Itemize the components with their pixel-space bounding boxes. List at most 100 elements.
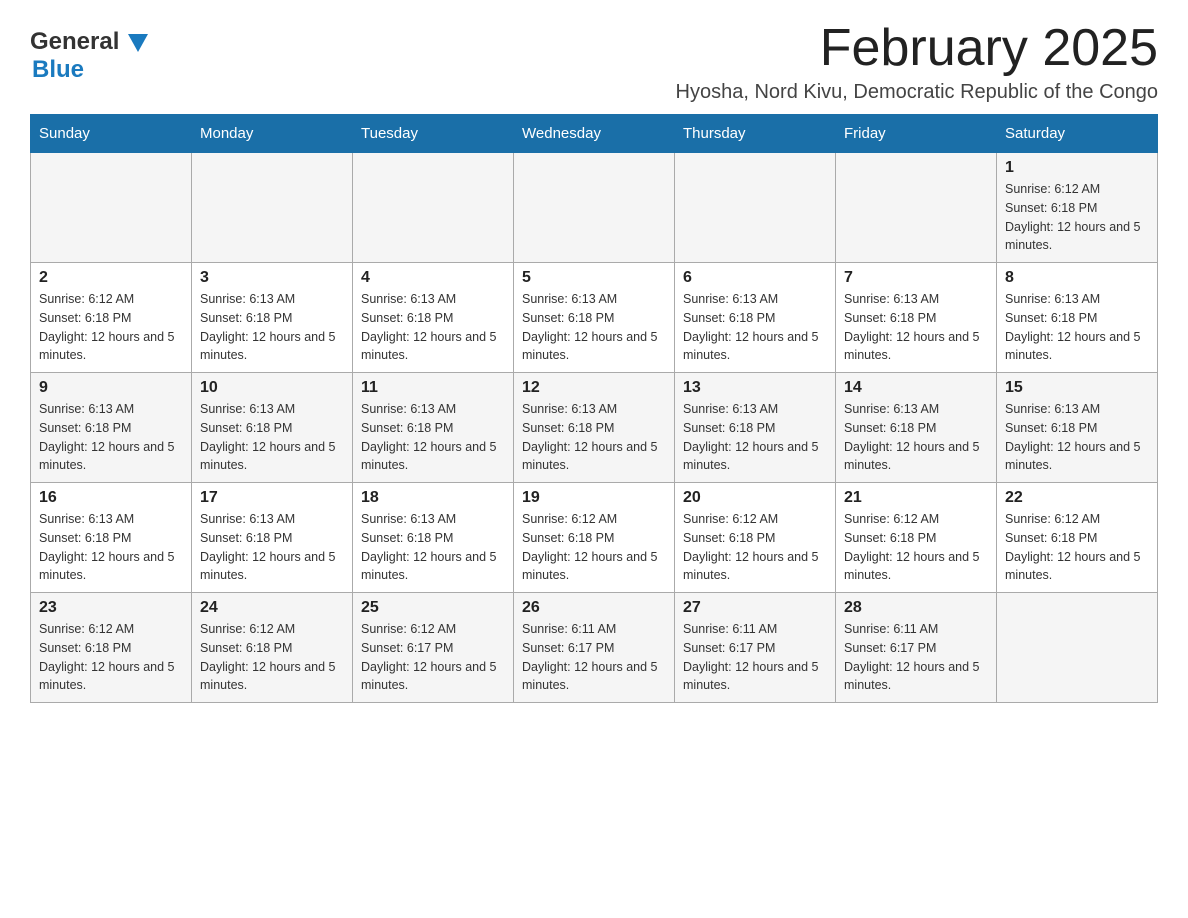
day-info: Sunrise: 6:13 AMSunset: 6:18 PMDaylight:… (1005, 400, 1149, 475)
calendar-cell: 5 Sunrise: 6:13 AMSunset: 6:18 PMDaylight… (514, 263, 675, 373)
day-info: Sunrise: 6:13 AMSunset: 6:18 PMDaylight:… (844, 400, 988, 475)
calendar-cell (675, 153, 836, 263)
day-number: 22 (1005, 489, 1149, 507)
calendar-cell: 20 Sunrise: 6:12 AMSunset: 6:18 PMDayligh… (675, 483, 836, 593)
day-info: Sunrise: 6:13 AMSunset: 6:18 PMDaylight:… (200, 290, 344, 365)
calendar-cell: 8 Sunrise: 6:13 AMSunset: 6:18 PMDaylight… (997, 263, 1158, 373)
day-info: Sunrise: 6:12 AMSunset: 6:17 PMDaylight:… (361, 620, 505, 695)
day-number: 26 (522, 599, 666, 617)
day-number: 5 (522, 269, 666, 287)
calendar-cell: 14 Sunrise: 6:13 AMSunset: 6:18 PMDayligh… (836, 373, 997, 483)
logo-arrow-icon (128, 34, 148, 52)
day-info: Sunrise: 6:13 AMSunset: 6:18 PMDaylight:… (844, 290, 988, 365)
calendar-cell: 17 Sunrise: 6:13 AMSunset: 6:18 PMDayligh… (192, 483, 353, 593)
calendar-cell: 25 Sunrise: 6:12 AMSunset: 6:17 PMDayligh… (353, 593, 514, 703)
calendar-cell: 11Sunrise: 6:13 AMSunset: 6:18 PMDayligh… (353, 373, 514, 483)
day-number: 19 (522, 489, 666, 507)
calendar-cell (836, 153, 997, 263)
calendar-cell: 10Sunrise: 6:13 AMSunset: 6:18 PMDayligh… (192, 373, 353, 483)
day-number: 18 (361, 489, 505, 507)
calendar-cell (514, 153, 675, 263)
calendar-cell: 2 Sunrise: 6:12 AMSunset: 6:18 PMDaylight… (31, 263, 192, 373)
calendar-cell: 22 Sunrise: 6:12 AMSunset: 6:18 PMDayligh… (997, 483, 1158, 593)
day-info: Sunrise: 6:12 AMSunset: 6:18 PMDaylight:… (844, 510, 988, 585)
day-info: Sunrise: 6:13 AMSunset: 6:18 PMDaylight:… (1005, 290, 1149, 365)
month-title: February 2025 (676, 20, 1158, 77)
calendar-cell: 26 Sunrise: 6:11 AMSunset: 6:17 PMDayligh… (514, 593, 675, 703)
title-section: February 2025 Hyosha, Nord Kivu, Democra… (676, 20, 1158, 104)
day-info: Sunrise: 6:12 AMSunset: 6:18 PMDaylight:… (200, 620, 344, 695)
location-title: Hyosha, Nord Kivu, Democratic Republic o… (676, 81, 1158, 104)
day-info: Sunrise: 6:11 AMSunset: 6:17 PMDaylight:… (683, 620, 827, 695)
calendar-cell: 12 Sunrise: 6:13 AMSunset: 6:18 PMDayligh… (514, 373, 675, 483)
header-friday: Friday (836, 115, 997, 153)
day-info: Sunrise: 6:12 AMSunset: 6:18 PMDaylight:… (683, 510, 827, 585)
calendar-cell: 19 Sunrise: 6:12 AMSunset: 6:18 PMDayligh… (514, 483, 675, 593)
calendar-cell: 3 Sunrise: 6:13 AMSunset: 6:18 PMDaylight… (192, 263, 353, 373)
day-info: Sunrise: 6:12 AMSunset: 6:18 PMDaylight:… (39, 620, 183, 695)
day-number: 20 (683, 489, 827, 507)
calendar-cell: 18 Sunrise: 6:13 AMSunset: 6:18 PMDayligh… (353, 483, 514, 593)
calendar-week-row: 16 Sunrise: 6:13 AMSunset: 6:18 PMDayligh… (31, 483, 1158, 593)
calendar-cell: 4Sunrise: 6:13 AMSunset: 6:18 PMDaylight… (353, 263, 514, 373)
day-number: 2 (39, 269, 183, 287)
day-number: 27 (683, 599, 827, 617)
day-info: Sunrise: 6:13 AMSunset: 6:18 PMDaylight:… (200, 510, 344, 585)
calendar-cell (997, 593, 1158, 703)
day-info: Sunrise: 6:13 AMSunset: 6:18 PMDaylight:… (683, 290, 827, 365)
calendar-week-row: 9 Sunrise: 6:13 AMSunset: 6:18 PMDaylight… (31, 373, 1158, 483)
day-number: 14 (844, 379, 988, 397)
day-number: 8 (1005, 269, 1149, 287)
day-number: 16 (39, 489, 183, 507)
calendar-header-row: Sunday Monday Tuesday Wednesday Thursday… (31, 115, 1158, 153)
day-info: Sunrise: 6:13 AMSunset: 6:18 PMDaylight:… (683, 400, 827, 475)
day-number: 10 (200, 379, 344, 397)
calendar-week-row: 23 Sunrise: 6:12 AMSunset: 6:18 PMDayligh… (31, 593, 1158, 703)
day-number: 9 (39, 379, 183, 397)
day-number: 28 (844, 599, 988, 617)
day-number: 13 (683, 379, 827, 397)
calendar-cell: 9 Sunrise: 6:13 AMSunset: 6:18 PMDaylight… (31, 373, 192, 483)
calendar-cell: 6 Sunrise: 6:13 AMSunset: 6:18 PMDaylight… (675, 263, 836, 373)
header-thursday: Thursday (675, 115, 836, 153)
day-number: 6 (683, 269, 827, 287)
header-tuesday: Tuesday (353, 115, 514, 153)
day-info: Sunrise: 6:12 AMSunset: 6:18 PMDaylight:… (522, 510, 666, 585)
day-number: 24 (200, 599, 344, 617)
day-number: 17 (200, 489, 344, 507)
day-number: 4 (361, 269, 505, 287)
day-info: Sunrise: 6:13 AMSunset: 6:18 PMDaylight:… (361, 400, 505, 475)
day-info: Sunrise: 6:11 AMSunset: 6:17 PMDaylight:… (522, 620, 666, 695)
header-wednesday: Wednesday (514, 115, 675, 153)
calendar-cell: 28 Sunrise: 6:11 AMSunset: 6:17 PMDayligh… (836, 593, 997, 703)
calendar-cell (31, 153, 192, 263)
day-info: Sunrise: 6:13 AMSunset: 6:18 PMDaylight:… (522, 290, 666, 365)
calendar-cell: 27 Sunrise: 6:11 AMSunset: 6:17 PMDayligh… (675, 593, 836, 703)
day-info: Sunrise: 6:13 AMSunset: 6:18 PMDaylight:… (39, 400, 183, 475)
day-number: 23 (39, 599, 183, 617)
logo: General Blue (30, 20, 148, 83)
calendar-cell: 1Sunrise: 6:12 AMSunset: 6:18 PMDaylight… (997, 153, 1158, 263)
day-info: Sunrise: 6:12 AMSunset: 6:18 PMDaylight:… (39, 290, 183, 365)
day-number: 12 (522, 379, 666, 397)
calendar-cell: 15Sunrise: 6:13 AMSunset: 6:18 PMDayligh… (997, 373, 1158, 483)
header-sunday: Sunday (31, 115, 192, 153)
day-info: Sunrise: 6:11 AMSunset: 6:17 PMDaylight:… (844, 620, 988, 695)
logo-general-text: General (30, 28, 148, 56)
day-number: 21 (844, 489, 988, 507)
day-info: Sunrise: 6:13 AMSunset: 6:18 PMDaylight:… (361, 510, 505, 585)
day-info: Sunrise: 6:13 AMSunset: 6:18 PMDaylight:… (522, 400, 666, 475)
day-number: 25 (361, 599, 505, 617)
logo-blue-text: Blue (32, 56, 148, 84)
day-number: 7 (844, 269, 988, 287)
calendar-cell: 16 Sunrise: 6:13 AMSunset: 6:18 PMDayligh… (31, 483, 192, 593)
calendar-cell: 21 Sunrise: 6:12 AMSunset: 6:18 PMDayligh… (836, 483, 997, 593)
calendar-cell: 24 Sunrise: 6:12 AMSunset: 6:18 PMDayligh… (192, 593, 353, 703)
day-info: Sunrise: 6:13 AMSunset: 6:18 PMDaylight:… (39, 510, 183, 585)
calendar-week-row: 2 Sunrise: 6:12 AMSunset: 6:18 PMDaylight… (31, 263, 1158, 373)
header-monday: Monday (192, 115, 353, 153)
calendar-cell (353, 153, 514, 263)
day-number: 3 (200, 269, 344, 287)
day-info: Sunrise: 6:12 AMSunset: 6:18 PMDaylight:… (1005, 510, 1149, 585)
day-number: 1 (1005, 159, 1149, 177)
